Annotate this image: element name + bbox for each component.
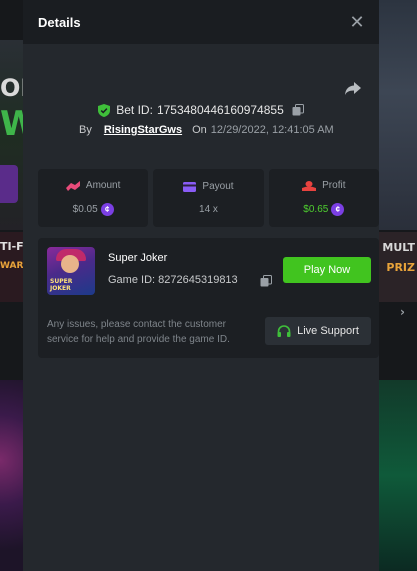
stat-profit: Profit $0.65 ¢ bbox=[268, 169, 379, 227]
stat-amount-label: Amount bbox=[85, 180, 121, 191]
game-card: SUPER JOKER Super Joker Game ID: 8272645… bbox=[38, 238, 379, 358]
card-icon bbox=[183, 181, 197, 192]
live-support-button[interactable]: Live Support bbox=[265, 317, 371, 345]
bet-details-modal: Details ✕ Bet ID: 1753480446160974855 By… bbox=[23, 0, 379, 571]
profit-icon bbox=[302, 180, 317, 191]
support-message: Any issues, please contact the customer … bbox=[47, 319, 230, 345]
joker-face-shape bbox=[61, 255, 79, 273]
username-link[interactable]: RisingStarGws bbox=[104, 124, 182, 136]
stat-payout-value-row: 14 x bbox=[199, 204, 218, 215]
stat-amount: Amount $0.05 ¢ bbox=[38, 169, 149, 227]
thumb-text-super: SUPER bbox=[50, 278, 73, 285]
stat-payout-header: Payout bbox=[183, 181, 234, 192]
headset-icon bbox=[277, 324, 291, 337]
play-now-button[interactable]: Play Now bbox=[283, 257, 371, 283]
bg-right-text: PRIZ bbox=[386, 261, 415, 274]
stat-amount-header: Amount bbox=[65, 180, 121, 191]
by-label: By bbox=[79, 124, 92, 136]
bg-right-casino-image bbox=[379, 380, 417, 571]
game-id-row: Game ID: 8272645319813 bbox=[108, 274, 238, 286]
modal-title: Details bbox=[38, 14, 81, 30]
copy-icon[interactable] bbox=[260, 275, 272, 287]
bg-right-hero-image bbox=[379, 0, 417, 230]
currency-coin-icon: ¢ bbox=[100, 203, 114, 216]
game-id-value: 8272645319813 bbox=[158, 274, 238, 286]
game-thumbnail-text: SUPER JOKER bbox=[50, 278, 72, 292]
bet-id-row: Bet ID: 1753480446160974855 bbox=[23, 103, 379, 117]
stat-amount-value-row: $0.05 ¢ bbox=[73, 203, 114, 216]
stat-payout: Payout 14 x bbox=[153, 169, 264, 227]
shield-check-icon bbox=[98, 103, 111, 117]
bet-id-label: Bet ID: bbox=[116, 103, 153, 117]
modal-header: Details ✕ bbox=[23, 0, 379, 44]
bg-left-button bbox=[0, 165, 18, 203]
close-button[interactable]: ✕ bbox=[347, 12, 367, 32]
stat-profit-label: Profit bbox=[322, 180, 346, 191]
currency-coin-icon: ¢ bbox=[331, 203, 345, 216]
stat-profit-value: $0.65 bbox=[303, 204, 329, 215]
stat-payout-label: Payout bbox=[202, 181, 234, 192]
game-thumbnail[interactable]: SUPER JOKER bbox=[47, 247, 95, 295]
copy-icon[interactable] bbox=[292, 104, 304, 116]
bettor-row: By RisingStarGws On 12/29/2022, 12:41:05… bbox=[79, 124, 334, 136]
stat-amount-value: $0.05 bbox=[72, 204, 98, 215]
game-name: Super Joker bbox=[108, 252, 168, 264]
on-label: On bbox=[192, 124, 207, 136]
coins-icon bbox=[65, 180, 80, 191]
bet-date: 12/29/2022, 12:41:05 AM bbox=[210, 124, 334, 136]
game-id-label: Game ID: bbox=[108, 274, 156, 286]
share-icon[interactable] bbox=[343, 78, 363, 98]
stat-profit-header: Profit bbox=[302, 180, 345, 191]
stat-profit-value-row: $0.65 ¢ bbox=[303, 203, 345, 216]
chevron-right-icon: › bbox=[400, 305, 405, 319]
thumb-text-joker: JOKER bbox=[50, 285, 71, 292]
stat-payout-value: 14 x bbox=[199, 204, 218, 215]
bet-stats: Amount $0.05 ¢ Payout 14 x Profit $0.65 … bbox=[38, 169, 379, 227]
bet-id-value: 1753480446160974855 bbox=[156, 103, 284, 117]
bg-left-casino-image bbox=[0, 380, 23, 571]
bg-right-text: MULT bbox=[382, 241, 415, 254]
live-support-label: Live Support bbox=[297, 325, 359, 337]
bg-left-text: TI-F bbox=[0, 240, 24, 253]
